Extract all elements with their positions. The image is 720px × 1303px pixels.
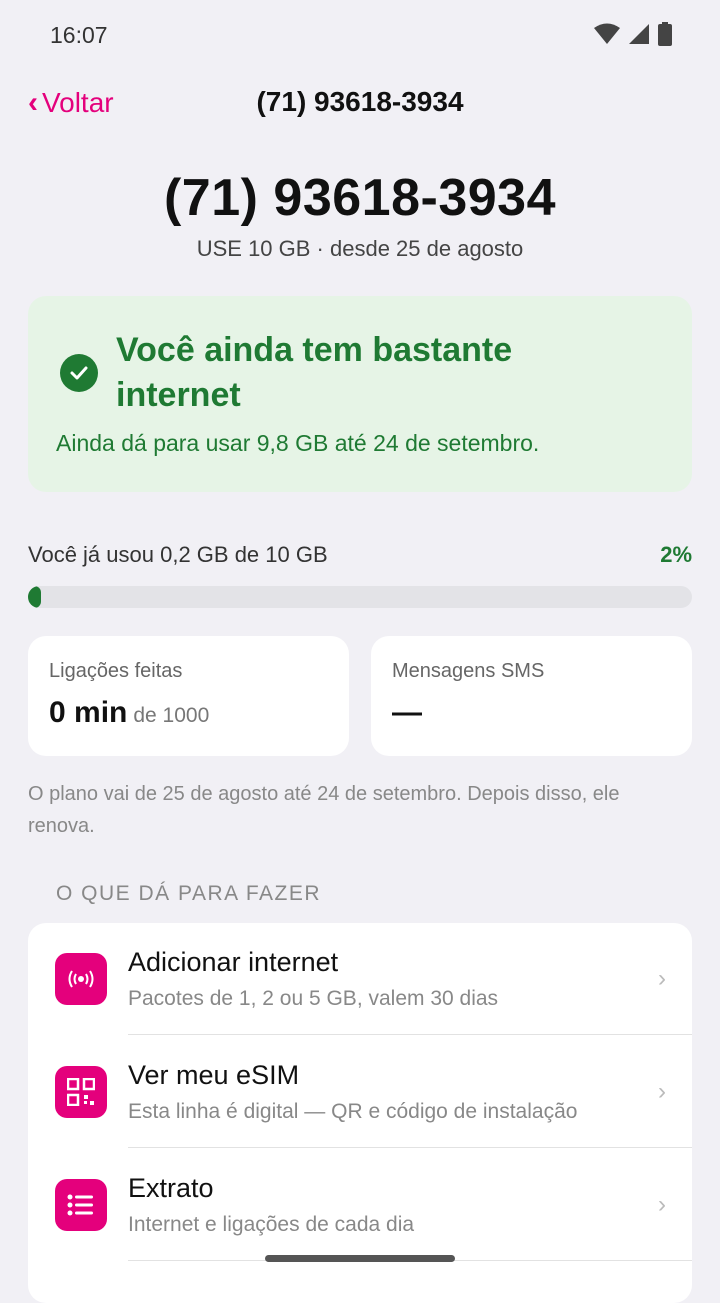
battery-icon	[658, 22, 672, 46]
action-statement[interactable]: Extrato Internet e ligações de cada dia …	[28, 1149, 692, 1261]
usage-progress-bar	[28, 586, 692, 608]
calls-label: Ligações feitas	[49, 660, 183, 682]
action-description: Internet e ligações de cada dia	[128, 1213, 415, 1236]
broadcast-icon	[55, 953, 107, 1005]
action-add-internet[interactable]: Adicionar internet Pacotes de 1, 2 ou 5 …	[28, 923, 692, 1035]
usage-label: Você já usou 0,2 GB de 10 GB	[28, 542, 328, 567]
sms-value: —	[392, 696, 422, 729]
sms-card: Mensagens SMS —	[371, 636, 692, 756]
nav-title: (71) 93618-3934	[0, 86, 720, 118]
chevron-right-icon: ›	[658, 1078, 666, 1105]
nav-title-text: (71) 93618-3934	[256, 86, 464, 117]
home-indicator[interactable]	[265, 1255, 455, 1262]
calls-card: Ligações feitas 0 min de 1000	[28, 636, 349, 756]
action-list: Adicionar internet Pacotes de 1, 2 ou 5 …	[28, 923, 692, 1303]
usage-percent: 2%	[660, 542, 692, 567]
calls-value: 0 min de 1000	[49, 696, 209, 730]
wifi-icon	[594, 23, 620, 44]
action-title: Adicionar internet	[128, 947, 339, 977]
action-description: Esta linha é digital — QR e código de in…	[128, 1100, 578, 1123]
section-title: O QUE DÁ PARA FAZER	[56, 882, 321, 905]
status-icons	[594, 22, 672, 46]
signal-icon	[629, 24, 649, 44]
status-bar: 16:07	[0, 0, 720, 72]
chevron-right-icon: ›	[658, 965, 666, 992]
qr-code-icon	[55, 1066, 107, 1118]
action-view-esim[interactable]: Ver meu eSIM Esta linha é digital — QR e…	[28, 1036, 692, 1148]
usage-progress-fill	[28, 586, 42, 608]
divider	[128, 1147, 692, 1148]
list-icon	[55, 1179, 107, 1231]
status-title: Você ainda tem bastante internet	[116, 331, 513, 414]
status-time: 16:07	[50, 22, 108, 48]
check-circle-icon	[60, 354, 98, 392]
calls-value-text: 0 min	[49, 696, 128, 729]
plan-note: O plano vai de 25 de agosto até 24 de se…	[28, 783, 620, 837]
calls-unit: de 1000	[133, 704, 210, 727]
action-title: Extrato	[128, 1173, 214, 1203]
phone-number-heading: (71) 93618-3934	[163, 169, 556, 227]
status-description: Ainda dá para usar 9,8 GB até 24 de sete…	[56, 430, 540, 456]
divider	[128, 1034, 692, 1035]
navigation-bar: ‹ Voltar (71) 93618-3934	[0, 72, 720, 136]
action-title: Ver meu eSIM	[128, 1060, 300, 1090]
plan-subtitle: USE 10 GB · desde 25 de agosto	[196, 236, 524, 261]
action-description: Pacotes de 1, 2 ou 5 GB, valem 30 dias	[128, 987, 499, 1010]
status-card: Você ainda tem bastante internet Ainda d…	[28, 296, 692, 492]
chevron-right-icon: ›	[658, 1191, 666, 1218]
sms-label: Mensagens SMS	[392, 660, 545, 682]
